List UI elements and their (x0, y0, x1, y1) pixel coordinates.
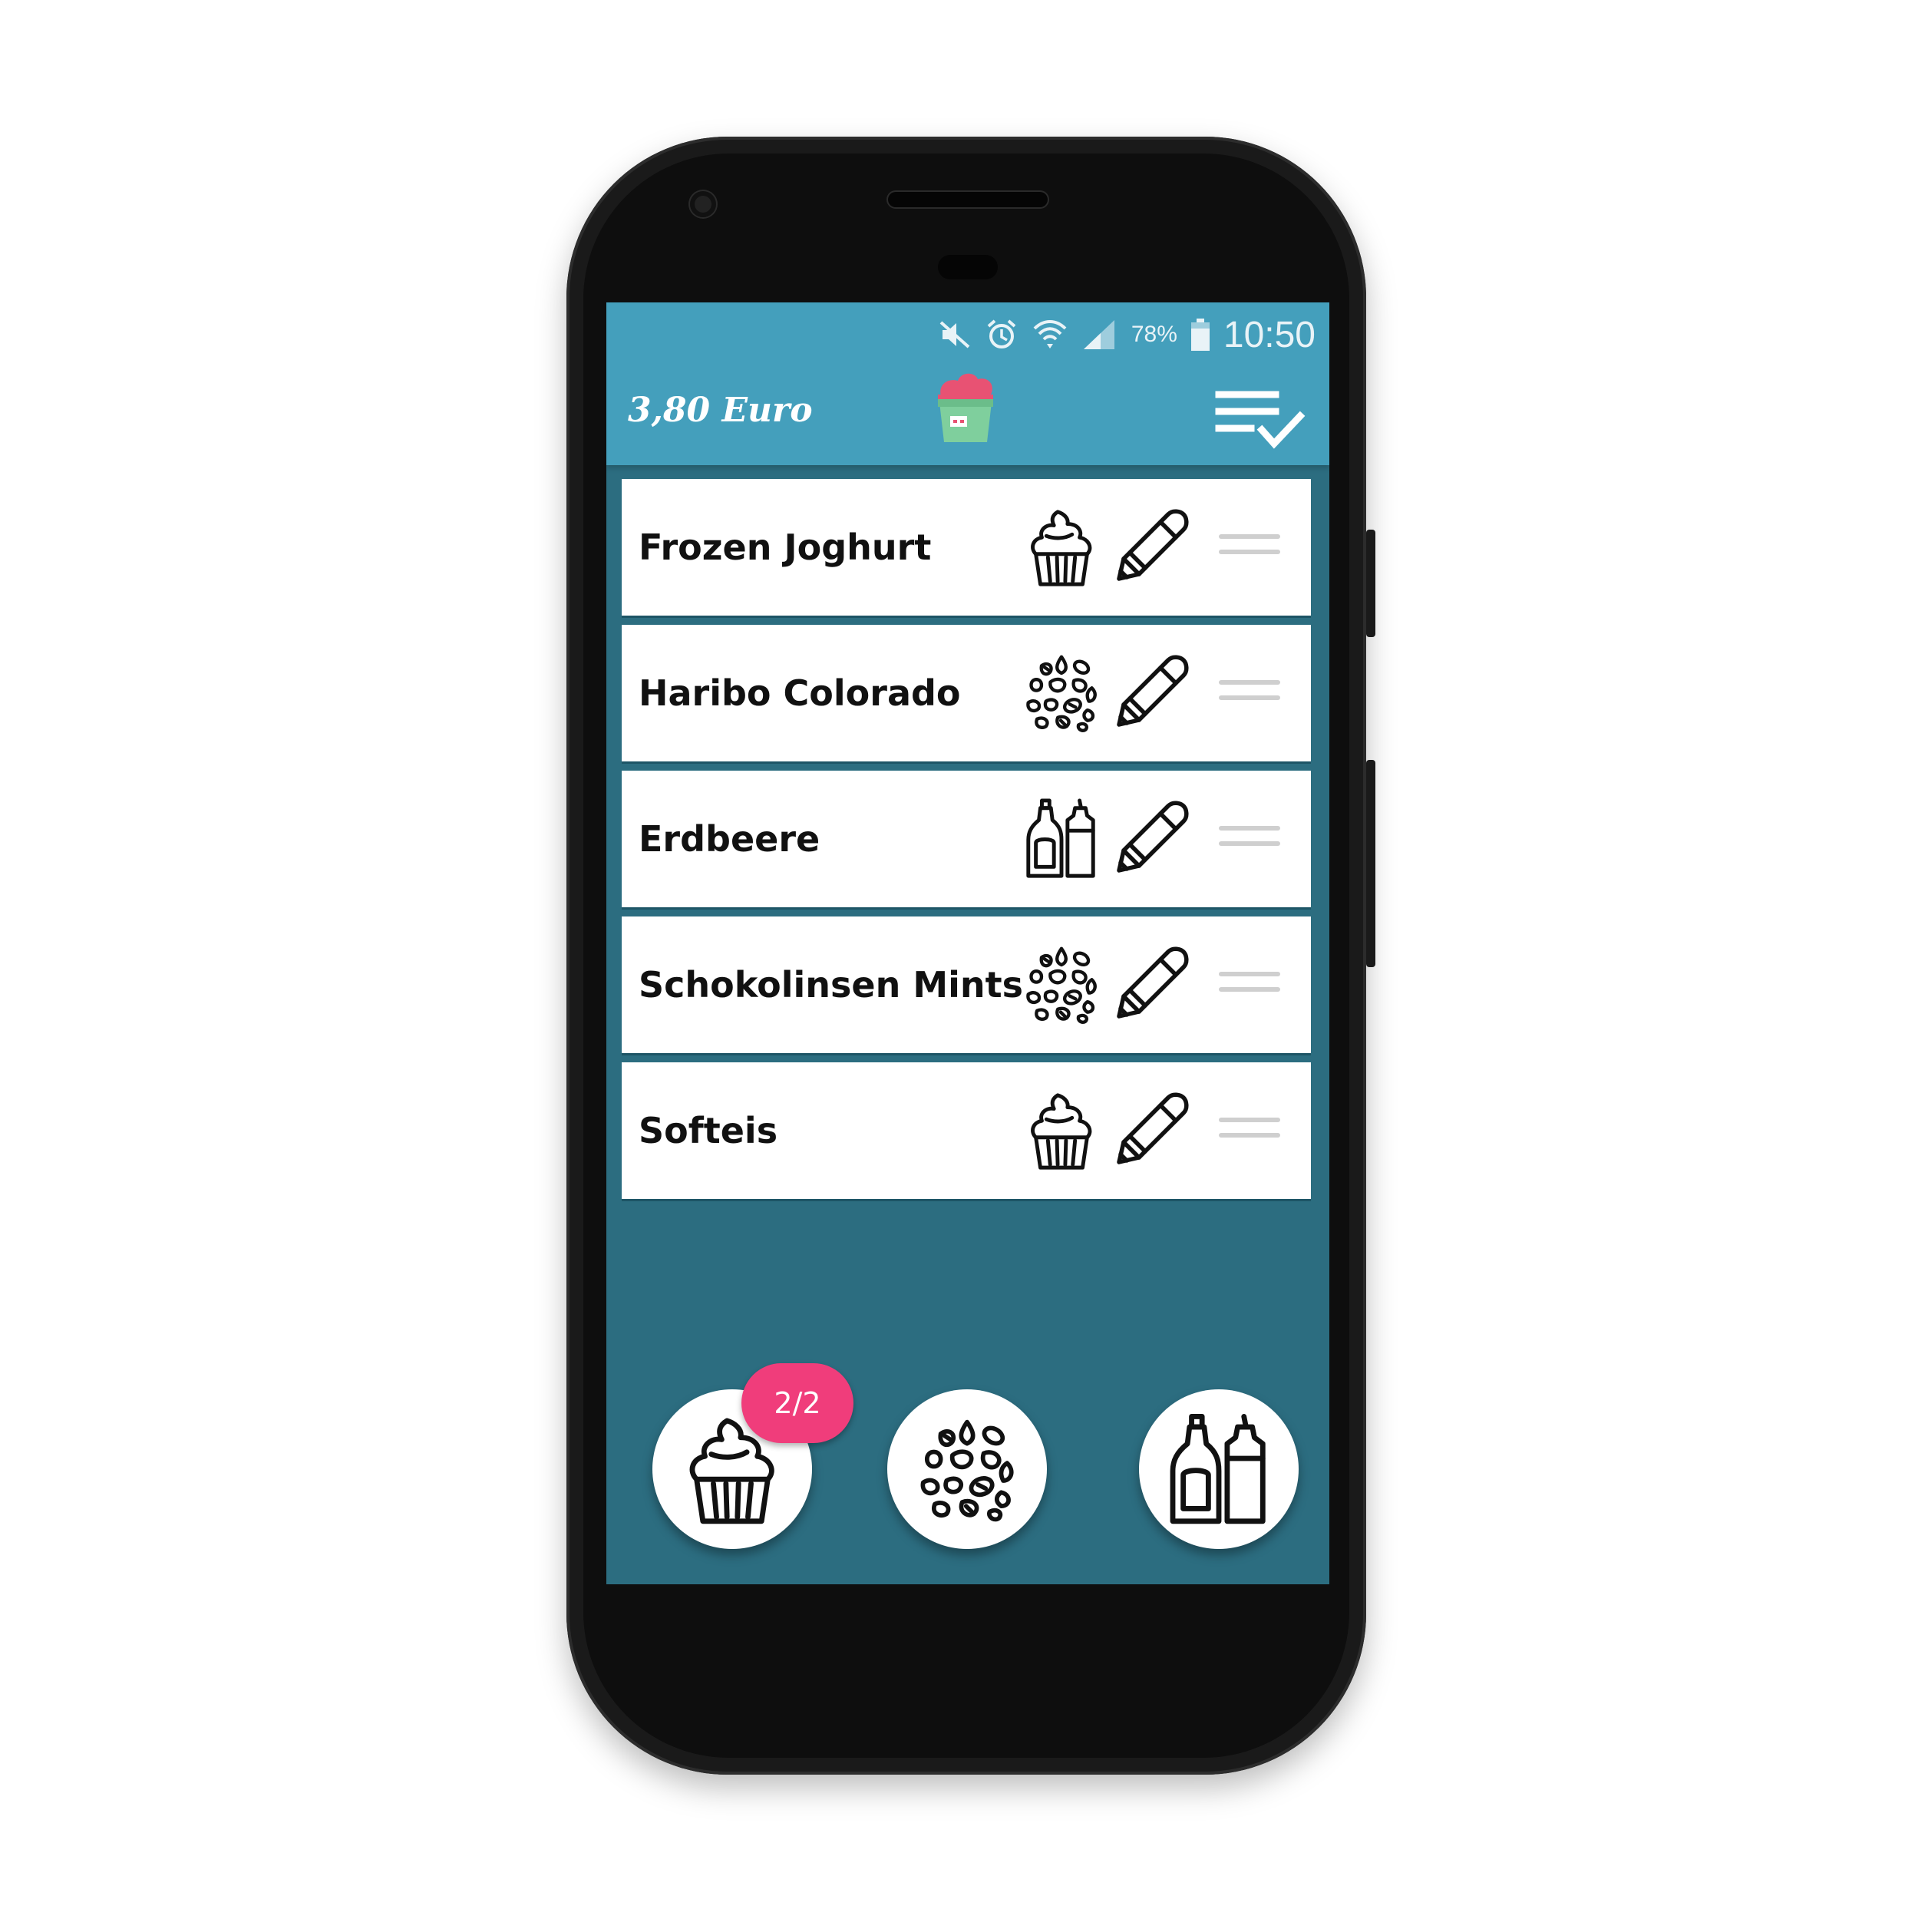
candies-icon (1021, 943, 1102, 1026)
app-bar: 78% 10:50 3,80 Euro (606, 302, 1329, 465)
mute-icon (939, 321, 970, 348)
checklist-icon[interactable] (1214, 387, 1306, 451)
item-list: Frozen Joghurt Haribo Colorado Erdbeere … (622, 479, 1311, 1208)
list-item[interactable]: Schokolinsen Mints (622, 916, 1311, 1053)
drag-handle[interactable] (1219, 534, 1280, 560)
candies-icon (913, 1412, 1021, 1527)
item-name: Schokolinsen Mints (639, 964, 1023, 1006)
pencil-icon[interactable] (1113, 1091, 1190, 1168)
pencil-icon[interactable] (1113, 508, 1190, 585)
pencil-icon[interactable] (1113, 946, 1190, 1022)
drag-handle[interactable] (1219, 972, 1280, 998)
signal-icon (1083, 320, 1114, 349)
candies-icon (1021, 652, 1102, 735)
drag-handle[interactable] (1219, 1118, 1280, 1144)
pencil-icon[interactable] (1113, 800, 1190, 877)
power-button (1366, 530, 1375, 637)
status-bar: 78% 10:50 (938, 312, 1316, 358)
list-item[interactable]: Softeis (622, 1062, 1311, 1199)
screen: 78% 10:50 3,80 Euro Frozen Joghurt Harib… (606, 302, 1329, 1584)
battery-percent: 78% (1131, 322, 1177, 347)
list-item[interactable]: Haribo Colorado (622, 625, 1311, 761)
battery-icon (1190, 319, 1210, 351)
cupcake-icon (1021, 1089, 1102, 1172)
status-time: 10:50 (1223, 314, 1316, 355)
item-name: Frozen Joghurt (639, 527, 932, 568)
drag-handle[interactable] (1219, 680, 1280, 706)
category-button-sauces[interactable] (1139, 1389, 1299, 1549)
list-item[interactable]: Erdbeere (622, 771, 1311, 907)
drag-handle[interactable] (1219, 826, 1280, 852)
list-item[interactable]: Frozen Joghurt (622, 479, 1311, 616)
sauce-bottles-icon (1021, 798, 1102, 880)
item-name: Erdbeere (639, 818, 820, 860)
wifi-icon (1033, 320, 1067, 348)
item-name: Softeis (639, 1110, 778, 1151)
earpiece-speaker (888, 192, 1048, 207)
pencil-icon[interactable] (1113, 654, 1190, 731)
count-badge: 2/2 (741, 1363, 853, 1443)
cupcake-icon (1021, 506, 1102, 589)
category-button-candies[interactable] (887, 1389, 1047, 1549)
front-camera (690, 191, 716, 217)
total-price: 3,80 Euro (628, 391, 813, 430)
proximity-sensor (938, 255, 998, 279)
volume-button (1366, 760, 1375, 967)
item-name: Haribo Colorado (639, 672, 961, 714)
ice-cream-cup-logo (938, 373, 993, 442)
alarm-icon (987, 319, 1016, 348)
sauce-bottles-icon (1165, 1412, 1273, 1527)
